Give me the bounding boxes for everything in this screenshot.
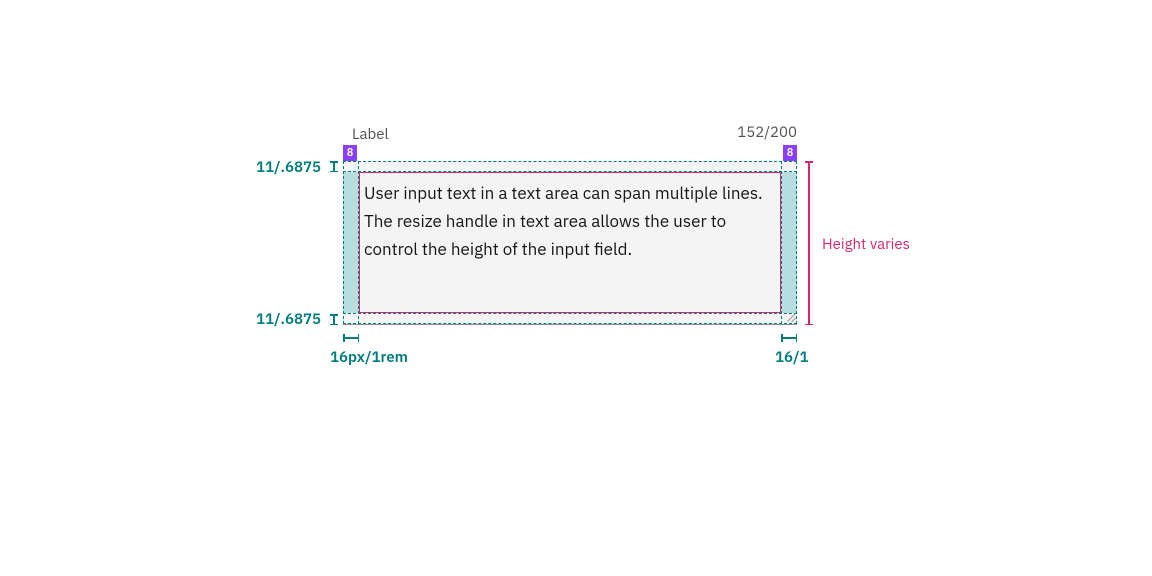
annotation-height: Height varies [822,235,910,254]
ibeam-pad-top [330,161,338,172]
ibeam-pad-right [781,334,797,342]
annotation-pad-right: 16/1 [775,348,809,367]
annotation-pad-top: 11/.6875 [256,158,321,177]
annotation-pad-left: 16px/1rem [330,348,408,367]
annotation-pad-bottom: 11/.6875 [256,310,321,329]
spacing-badge-right: 8 [783,145,797,161]
char-counter: 152/200 [737,123,797,142]
padding-band-right [781,161,797,324]
padding-band-top [343,161,797,172]
resize-handle-icon[interactable] [783,310,795,322]
ibeam-pad-left [343,334,359,342]
field-label: Label [352,125,389,144]
ibeam-pad-bottom [330,314,338,325]
ibeam-height [805,161,813,325]
padding-band-bottom [343,313,797,324]
spacing-badge-left: 8 [343,145,357,161]
padding-band-left [343,161,359,324]
spec-diagram: Label 152/200 8 8 User input text in a t… [0,0,1152,576]
text-content-region: User input text in a text area can span … [359,172,781,313]
textarea-field[interactable]: User input text in a text area can span … [343,161,797,325]
textarea-value: User input text in a text area can span … [364,179,776,263]
